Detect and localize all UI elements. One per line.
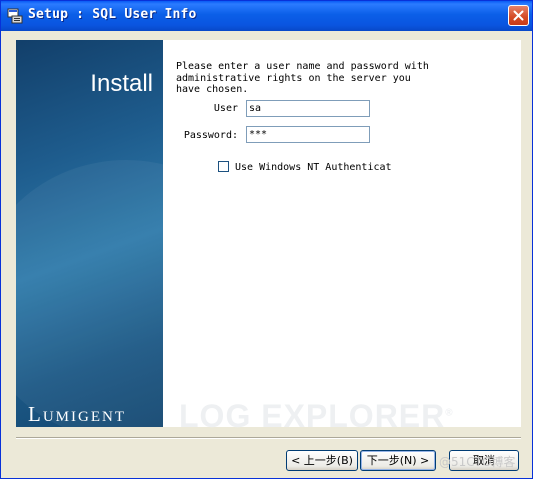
nt-auth-label[interactable]: Use Windows NT Authenticat [235, 162, 392, 173]
nt-auth-checkbox[interactable] [218, 161, 229, 172]
dialog-content: Install Lumigent LOG EXPLORER® Please en… [16, 40, 521, 434]
user-label: User [213, 103, 238, 114]
brand-logo: Lumigent [28, 402, 126, 426]
instruction-text: Please enter a user name and password wi… [176, 61, 429, 95]
registered-mark: ® [445, 407, 454, 419]
setup-app-icon [7, 8, 23, 24]
install-banner: Install Lumigent [16, 40, 163, 427]
setup-window: Setup : SQL User Info Install Lumigent L… [0, 0, 533, 479]
banner-heading: Install [90, 70, 153, 97]
back-button[interactable]: < 上一步(B) [286, 450, 358, 471]
user-field[interactable]: sa [246, 100, 370, 117]
site-watermark: @51CTO博客 [439, 455, 516, 469]
banner-swoosh [16, 160, 163, 427]
product-watermark: LOG EXPLORER® [179, 398, 454, 435]
password-label: Password: [183, 130, 238, 141]
close-button[interactable] [508, 5, 529, 26]
window-title: Setup : SQL User Info [28, 7, 197, 22]
title-bar[interactable]: Setup : SQL User Info [1, 1, 532, 31]
close-icon [513, 10, 524, 21]
password-field[interactable]: *** [246, 126, 370, 143]
next-button[interactable]: 下一步(N) > [360, 450, 436, 471]
button-separator [16, 437, 521, 439]
product-name: LOG EXPLORER [179, 398, 446, 434]
